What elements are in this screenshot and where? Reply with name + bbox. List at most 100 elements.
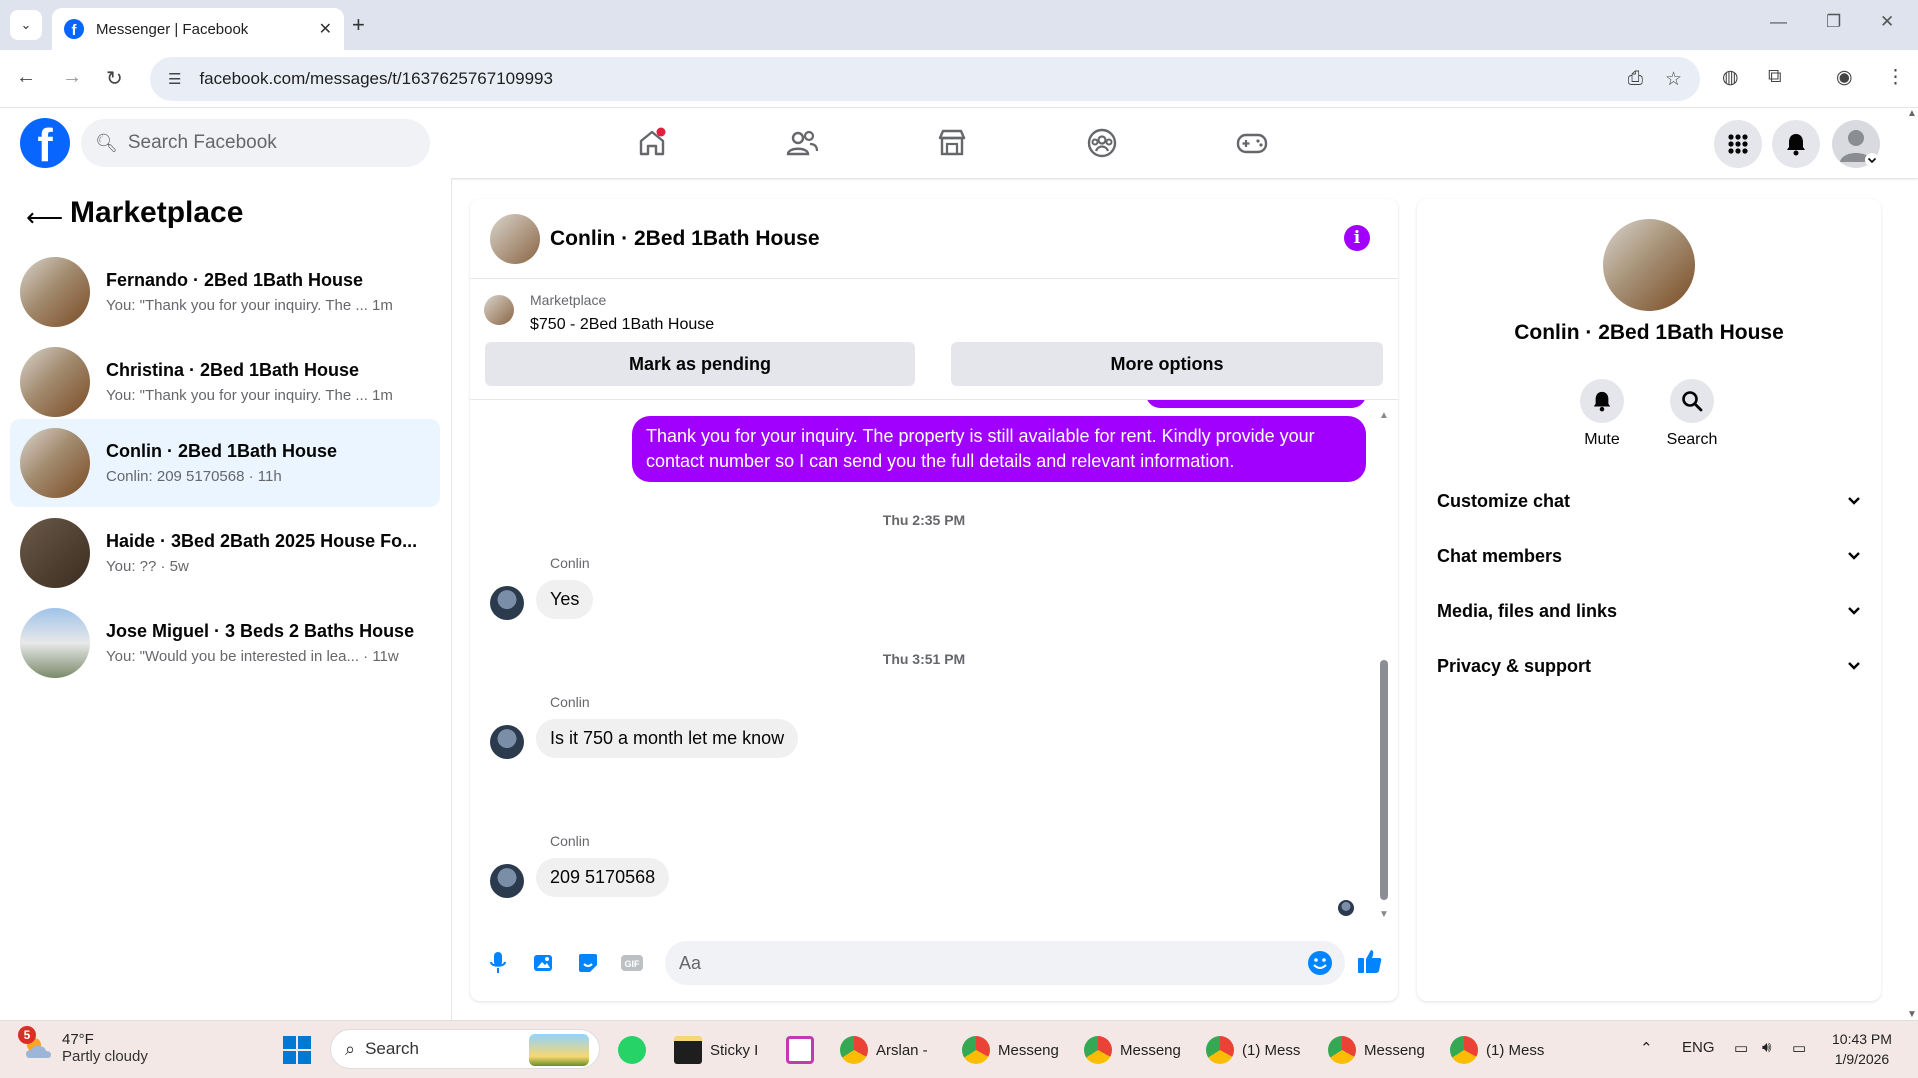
conversation-item[interactable]: Jose Miguel · 3 Beds 2 Baths House You: … <box>10 599 440 687</box>
media-files-links-section[interactable]: Media, files and links <box>1437 591 1861 631</box>
sender-avatar[interactable] <box>490 864 524 898</box>
weather-widget[interactable]: 5 47°F Partly cloudy <box>18 1026 148 1065</box>
groups-nav-icon[interactable] <box>1072 122 1132 164</box>
search-icon <box>1670 379 1714 423</box>
section-label: Media, files and links <box>1437 600 1618 621</box>
install-app-icon[interactable]: ⎙ <box>1628 68 1643 90</box>
taskbar-chrome-window[interactable]: Messeng <box>962 1029 1059 1071</box>
like-thumb-icon[interactable] <box>1356 947 1384 981</box>
mute-button[interactable]: Mute <box>1557 379 1647 449</box>
windows-start-icon[interactable] <box>282 1035 312 1070</box>
incoming-message[interactable]: Is it 750 a month let me know <box>536 719 799 758</box>
more-options-button[interactable]: More options <box>951 342 1383 386</box>
notifications-bell-icon[interactable] <box>1772 120 1820 168</box>
account-avatar[interactable] <box>1832 120 1880 168</box>
browser-tab[interactable]: f Messenger | Facebook ✕ <box>52 8 344 50</box>
listing-price[interactable]: $750 - 2Bed 1Bath House <box>530 316 714 334</box>
close-window-icon[interactable]: ✕ <box>1880 12 1894 32</box>
listing-thumbnail <box>20 347 90 417</box>
home-nav-icon[interactable] <box>622 122 682 164</box>
taskbar-chrome-window[interactable]: (1) Mess <box>1206 1029 1300 1071</box>
outgoing-message[interactable]: Thank you for your inquiry. The property… <box>632 416 1366 482</box>
taskbar-chrome-window[interactable]: Arslan - <box>840 1029 928 1071</box>
menu-kebab-icon[interactable]: ⋮ <box>1886 66 1905 89</box>
forward-icon[interactable]: → <box>62 66 82 89</box>
sender-avatar[interactable] <box>490 586 524 620</box>
taskbar-search[interactable]: ⌕ Search <box>330 1029 600 1069</box>
volume-icon[interactable]: 🔊︎ <box>1762 1039 1771 1056</box>
emoji-icon[interactable] <box>1307 950 1333 981</box>
taskbar-snipping-tool[interactable] <box>786 1029 814 1071</box>
message-thread: Thank you for your inquiry. The property… <box>470 399 1398 925</box>
scroll-down-icon[interactable]: ▼ <box>1378 909 1390 920</box>
chat-members-section[interactable]: Chat members <box>1437 536 1861 576</box>
search-in-chat-button[interactable]: Search <box>1647 379 1737 449</box>
site-info-icon[interactable]: ☰ <box>168 70 181 88</box>
gaming-nav-icon[interactable] <box>1222 122 1282 164</box>
contact-avatar[interactable] <box>1603 219 1695 311</box>
extensions-icon[interactable]: ⧉ <box>1768 66 1782 88</box>
profile-icon[interactable]: ◉ <box>1836 66 1853 89</box>
facebook-search-input[interactable]: 🔍︎ Search Facebook <box>81 119 430 167</box>
translate-icon[interactable]: ◍ <box>1722 66 1739 89</box>
page-scrollbar[interactable]: ▲ ▼ <box>1906 108 1918 1020</box>
taskbar-chrome-window[interactable]: (1) Mess <box>1450 1029 1544 1071</box>
section-label: Privacy & support <box>1437 655 1592 676</box>
mute-label: Mute <box>1584 431 1620 448</box>
sticker-icon[interactable] <box>576 951 600 981</box>
facebook-logo-icon[interactable]: f <box>20 118 70 168</box>
taskbar-whatsapp[interactable] <box>618 1029 646 1071</box>
conversation-item[interactable]: Fernando · 2Bed 1Bath House You: "Thank … <box>10 248 440 336</box>
url-text[interactable]: facebook.com/messages/t/1637625767109993 <box>199 69 1605 89</box>
thread-scrollbar[interactable]: ▲ ▼ <box>1378 410 1390 920</box>
back-icon[interactable]: ← <box>16 66 36 89</box>
conversation-item-active[interactable]: Conlin · 2Bed 1Bath House Conlin: 209 51… <box>10 419 440 507</box>
marketplace-nav-icon[interactable] <box>922 122 982 164</box>
clock[interactable]: 10:43 PM 1/9/2026 <box>1832 1031 1892 1067</box>
chevron-down-icon <box>1847 603 1861 619</box>
conversation-item[interactable]: Haide · 3Bed 2Bath 2025 House Fo... You:… <box>10 509 440 597</box>
taskbar-app-label: (1) Mess <box>1242 1041 1301 1059</box>
minimize-icon[interactable]: — <box>1770 12 1787 32</box>
info-icon[interactable]: i <box>1344 225 1370 251</box>
chat-avatar[interactable] <box>490 214 540 264</box>
friends-nav-icon[interactable] <box>772 122 832 164</box>
mark-as-pending-button[interactable]: Mark as pending <box>485 342 915 386</box>
network-icon[interactable]: ▭ <box>1734 1039 1748 1057</box>
tab-search-dropdown[interactable]: ⌄ <box>10 10 42 40</box>
battery-icon[interactable]: ▭ <box>1792 1039 1806 1057</box>
conversation-name: Conlin · 2Bed 1Bath House <box>106 441 338 461</box>
language-indicator[interactable]: ENG <box>1682 1039 1715 1056</box>
omnibox[interactable]: ☰ facebook.com/messages/t/16376257671099… <box>150 57 1700 101</box>
scroll-down-icon[interactable]: ▼ <box>1906 1009 1918 1020</box>
scroll-up-icon[interactable]: ▲ <box>1378 410 1390 421</box>
sender-avatar[interactable] <box>490 725 524 759</box>
gif-icon[interactable]: GIF <box>620 951 644 981</box>
chrome-icon <box>962 1036 990 1064</box>
close-tab-icon[interactable]: ✕ <box>319 19 332 39</box>
scroll-thumb[interactable] <box>1380 660 1388 900</box>
bookmark-star-icon[interactable]: ☆ <box>1665 68 1682 91</box>
show-hidden-icons-chevron-icon[interactable]: ⌃ <box>1640 1039 1653 1057</box>
scroll-up-icon[interactable]: ▲ <box>1906 108 1918 119</box>
timestamp: Thu 2:35 PM <box>882 512 966 528</box>
conversation-item[interactable]: Christina · 2Bed 1Bath House You: "Thank… <box>10 338 440 426</box>
incoming-message[interactable]: 209 5170568 <box>536 858 670 897</box>
customize-chat-section[interactable]: Customize chat <box>1437 481 1861 521</box>
chat-panel: Conlin · 2Bed 1Bath House i Marketplace … <box>470 199 1398 1001</box>
message-input[interactable]: Aa <box>665 941 1345 985</box>
back-arrow-icon[interactable]: ⟵ <box>26 202 63 233</box>
restore-icon[interactable]: ❐ <box>1826 12 1841 32</box>
taskbar-sticky-notes[interactable]: Sticky I <box>674 1029 758 1071</box>
microphone-icon[interactable] <box>488 951 508 981</box>
privacy-support-section[interactable]: Privacy & support <box>1437 646 1861 686</box>
menu-grid-icon[interactable] <box>1714 120 1762 168</box>
incoming-message[interactable]: Yes <box>536 580 594 619</box>
reload-icon[interactable]: ↻ <box>106 66 123 91</box>
new-tab-button[interactable]: + <box>352 12 365 38</box>
chat-title[interactable]: Conlin · 2Bed 1Bath House <box>550 227 820 251</box>
clock-time: 10:43 PM <box>1832 1031 1892 1047</box>
photo-icon[interactable] <box>532 951 556 981</box>
taskbar-chrome-window[interactable]: Messeng <box>1084 1029 1181 1071</box>
taskbar-chrome-window[interactable]: Messeng <box>1328 1029 1425 1071</box>
